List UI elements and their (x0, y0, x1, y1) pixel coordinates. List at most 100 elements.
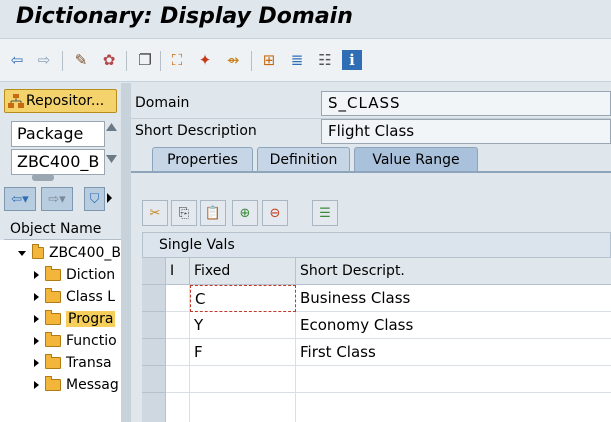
tree-node[interactable]: Diction (0, 264, 121, 286)
tree-node-label: Progra (66, 311, 116, 327)
window-title: Dictionary: Display Domain (16, 4, 353, 29)
paste-button[interactable]: 📋 (200, 200, 226, 226)
domain-field[interactable]: S_CLASS (321, 91, 611, 116)
row-selector[interactable] (142, 366, 166, 393)
nav-forward-button[interactable]: ⇨▾ (41, 187, 73, 211)
tree-node-label: Functio (66, 333, 117, 349)
toolbar-separator (126, 51, 127, 71)
expand-arrow-icon[interactable] (34, 337, 39, 345)
table-cell-i[interactable] (166, 339, 190, 366)
folder-icon (45, 266, 61, 281)
repository-browser-button[interactable]: Repositor... (4, 89, 117, 113)
row-selector[interactable] (142, 285, 166, 312)
folder-icon (45, 310, 61, 325)
display-change-icon[interactable]: ✎ (70, 49, 92, 71)
tree-node[interactable]: Class L (0, 286, 121, 308)
repository-button-label: Repositor... (26, 93, 105, 109)
package-name-input[interactable]: ZBC400_B (11, 149, 105, 175)
domain-label: Domain (135, 95, 190, 111)
column-header-i[interactable]: I (166, 258, 190, 285)
insert-row-button[interactable]: ⊕ (232, 200, 258, 226)
tree-node[interactable]: Functio (0, 330, 121, 352)
tab-definition[interactable]: Definition (257, 147, 350, 171)
expand-arrow-icon[interactable] (34, 381, 39, 389)
tab-properties[interactable]: Properties (152, 147, 253, 171)
tree-node-label: Transa (66, 355, 112, 371)
back-icon[interactable]: ⇦ (6, 49, 28, 71)
select-all-button[interactable]: ☰ (312, 200, 338, 226)
folder-icon (45, 376, 61, 391)
tree-node-label: Messag (66, 377, 119, 393)
row-selector[interactable] (142, 339, 166, 366)
nav-more-arrow-icon[interactable] (107, 193, 112, 203)
short-description-label: Short Description (135, 123, 257, 139)
expand-arrow-icon[interactable] (34, 359, 39, 367)
table-cell-desc[interactable]: Economy Class (296, 312, 611, 339)
stack-icon[interactable]: ≣ (286, 49, 308, 71)
magic-wand-icon[interactable]: ✦ (194, 49, 216, 71)
table-cell-fixed[interactable] (190, 393, 296, 422)
tree-node[interactable]: ZBC400_B (0, 242, 121, 264)
title-bar: Dictionary: Display Domain (0, 0, 611, 38)
list-icon[interactable]: ☷ (314, 49, 336, 71)
tab-value-range[interactable]: Value Range (354, 147, 478, 171)
activate-icon[interactable]: ✿ (98, 49, 120, 71)
nav-back-button[interactable]: ⇦▾ (4, 187, 36, 211)
row-selector[interactable] (142, 312, 166, 339)
tree-node[interactable]: Messag (0, 374, 121, 396)
table-cell-i[interactable] (166, 312, 190, 339)
expand-arrow-icon[interactable] (34, 293, 39, 301)
tree-node-label: Diction (66, 267, 116, 283)
table-cell-i[interactable] (166, 366, 190, 393)
combo-scroll-arrows[interactable] (104, 119, 119, 175)
table-cell-desc[interactable]: Business Class (296, 285, 611, 312)
forward-icon[interactable]: ⇨ (33, 49, 55, 71)
row-selector-header[interactable] (142, 258, 166, 285)
table-cell-i[interactable] (166, 393, 190, 422)
table-cell-fixed[interactable]: Y (190, 312, 296, 339)
application-toolbar: ⇦ ⇨ ✎ ✿ ❐ ⛶ ✦ ⇴ ⊞ ≣ ☷ i (0, 38, 611, 82)
horizontal-scroll-thumb[interactable] (32, 174, 54, 181)
table-cell-fixed[interactable] (190, 366, 296, 393)
object-tree: ZBC400_B Diction Class L Progra Functio … (0, 240, 121, 422)
short-description-field[interactable]: Flight Class (321, 119, 611, 144)
table-caption: Single Vals (142, 232, 611, 258)
hierarchy-icon (8, 94, 24, 108)
nav-filter-button[interactable]: ⛉ (84, 187, 105, 211)
hierarchy-icon[interactable]: ⊞ (258, 49, 280, 71)
toolbar-separator (160, 51, 161, 71)
copy-object-icon[interactable]: ❐ (134, 49, 156, 71)
folder-icon (45, 332, 61, 347)
table-cell-i[interactable] (166, 285, 190, 312)
tree-node-label: Class L (66, 289, 116, 305)
table-cell-desc[interactable] (296, 393, 611, 422)
info-icon[interactable]: i (342, 50, 362, 70)
object-type-combo[interactable]: Package (11, 121, 105, 147)
where-used-icon[interactable]: ⛶ (166, 49, 188, 71)
delete-row-button[interactable]: ⊖ (262, 200, 288, 226)
cut-button[interactable]: ✂ (142, 200, 168, 226)
table-cell-desc[interactable] (296, 366, 611, 393)
pane-splitter[interactable] (121, 83, 131, 422)
folder-icon (45, 288, 61, 303)
table-cell-desc[interactable]: First Class (296, 339, 611, 366)
collapse-arrow-icon[interactable] (18, 250, 26, 256)
column-header-fixed[interactable]: Fixed (190, 258, 296, 285)
folder-icon (45, 354, 61, 369)
table-cell-fixed[interactable]: C (190, 285, 296, 312)
tree-node[interactable]: Transa (0, 352, 121, 374)
copy-button[interactable]: ⎘ (171, 200, 197, 226)
row-selector[interactable] (142, 393, 166, 422)
navigate-icon[interactable]: ⇴ (222, 49, 244, 71)
column-header-short-desc[interactable]: Short Descript. (296, 258, 611, 285)
toolbar-separator (251, 51, 252, 71)
expand-arrow-icon[interactable] (34, 271, 39, 279)
tree-node-label: ZBC400_B (48, 245, 121, 261)
expand-arrow-icon[interactable] (34, 315, 39, 323)
tree-node-selected[interactable]: Progra (0, 308, 121, 330)
toolbar-separator (62, 51, 63, 71)
object-name-column-header[interactable]: Object Name (4, 217, 121, 240)
table-cell-fixed[interactable]: F (190, 339, 296, 366)
tab-strip-baseline (131, 171, 611, 173)
folder-icon (31, 244, 44, 259)
